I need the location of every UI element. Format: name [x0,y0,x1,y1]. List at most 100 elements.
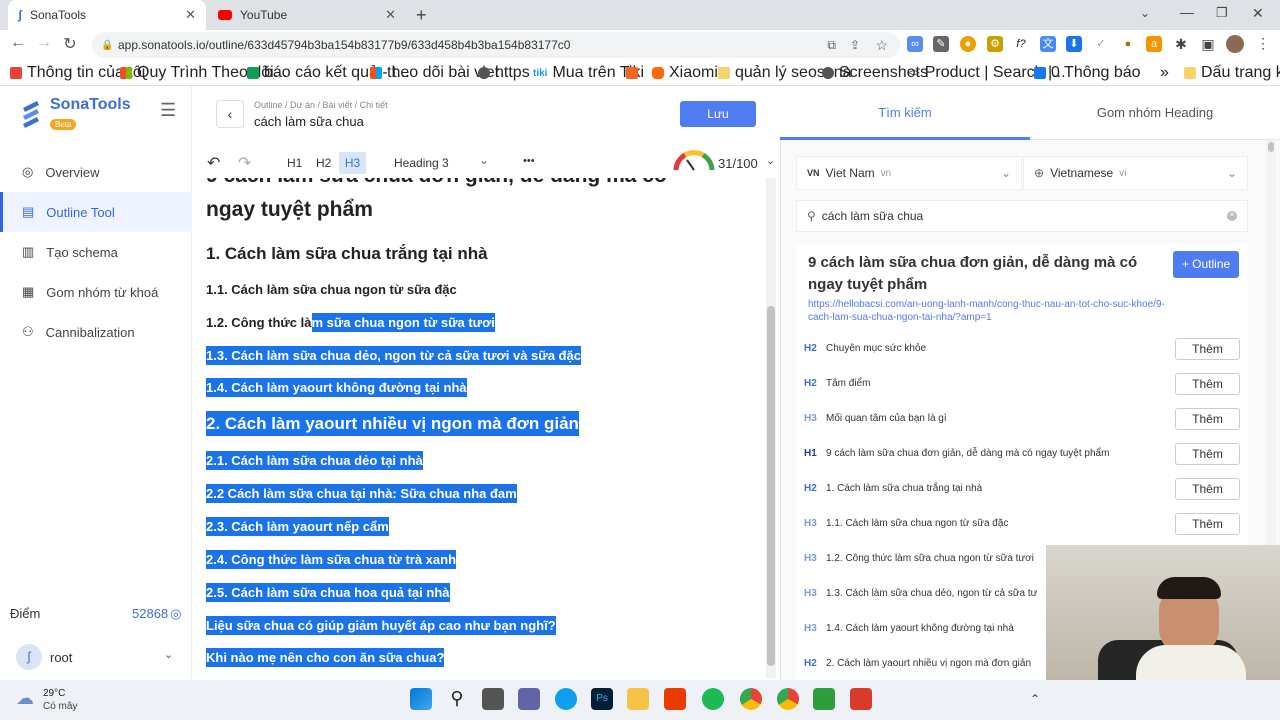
heading-text: 1.3. Cách làm sữa chua dẻo, ngon từ cả s… [826,588,1038,599]
microsoft-icon [370,67,382,79]
editor-scrollbar[interactable] [766,178,776,678]
sidebar-item-schema[interactable]: ▥ Tạo schema [0,232,192,272]
extension-gear-icon[interactable]: ⚙ [987,36,1003,52]
reload-icon[interactable]: ↻ [60,34,80,54]
extension-download-icon[interactable]: ⬇ [1066,36,1082,52]
add-heading-button[interactable]: Thêm [1175,477,1240,500]
bookmark-item[interactable]: Xiaomi [652,60,718,86]
redo-icon[interactable]: ↷ [238,153,251,173]
heading-text: 2. Cách làm yaourt nhiều vị ngon mà đơn … [826,658,1032,669]
bookmarks-overflow[interactable]: » [1160,60,1169,86]
extension-brown-icon[interactable]: ● [1120,36,1136,52]
extension-check-icon[interactable]: ✓ [1093,36,1109,52]
extensions-puzzle-icon[interactable]: ✱ [1173,36,1189,52]
overflow-label: » [1160,64,1169,81]
translate-icon[interactable]: ⧉ [827,38,836,53]
add-heading-button[interactable]: Thêm [1175,372,1240,395]
add-heading-button[interactable]: Thêm [1175,337,1240,360]
tab-group-heading[interactable]: Gom nhóm Heading [1030,86,1280,140]
url-bar[interactable]: 🔒 app.sonatools.io/outline/633d45794b3ba… [92,32,900,58]
profile-avatar[interactable] [1226,35,1244,53]
h2-button[interactable]: H2 [316,156,331,170]
clear-icon[interactable]: ✕ [1227,211,1237,221]
keyword-search-input[interactable]: ⚲ cách làm sữa chua ✕ [796,200,1248,232]
h1-button[interactable]: H1 [287,156,302,170]
bookmark-label: Dấu trang khác [1201,64,1280,81]
windows-start-icon[interactable] [410,688,432,710]
bookmark-item[interactable] [626,60,638,86]
tab-youtube[interactable]: YouTube ✕ [208,0,406,30]
add-heading-button[interactable]: Thêm [1175,407,1240,430]
share-icon[interactable]: ⇪ [850,38,860,52]
add-heading-button[interactable]: Thêm [1175,442,1240,465]
doc-h3: 2.1. Cách làm sữa chua dẻo tại nhà [206,451,423,470]
weather-icon[interactable]: ☁ [16,688,34,709]
sidepanel-icon[interactable]: ▣ [1200,36,1216,52]
scrollbar-thumb[interactable] [767,306,775,666]
result-url[interactable]: https://hellobacsi.com/an-uong-lanh-manh… [808,298,1168,324]
chevron-down-icon[interactable]: ⌄ [164,648,173,661]
teams-icon[interactable] [518,688,540,710]
task-view-icon[interactable] [482,688,504,710]
maximize-icon[interactable]: ❐ [1216,5,1228,21]
document-body[interactable]: 9 cách làm sữa chua đơn giản, dễ dàng mà… [193,178,765,680]
chevron-down-icon[interactable]: ⌄ [479,153,489,167]
camtasia-green-icon[interactable] [813,688,835,710]
bookmark-star-icon[interactable]: ☆ [875,37,888,54]
heading-select[interactable]: Heading 3 [394,156,449,170]
hamburger-menu-icon[interactable]: ☰ [160,100,176,121]
chrome-icon[interactable] [777,688,799,710]
bookmark-item[interactable]: Dấu trang khác [1184,60,1280,86]
sidebar-item-overview[interactable]: ◎ Overview [0,152,192,192]
chevron-down-icon[interactable]: ⌄ [766,154,775,167]
search-icon[interactable]: ⚲ [446,688,468,710]
minimize-icon[interactable]: — [1180,4,1194,20]
tab-search-icon[interactable]: ⌄ [1140,6,1150,20]
extension-formula-icon[interactable]: f? [1013,36,1029,52]
h3-button[interactable]: H3 [339,152,366,174]
photoshop-icon[interactable]: Ps [591,688,613,710]
undo-icon[interactable]: ↶ [207,153,220,173]
bookmark-item[interactable]: https [478,60,530,86]
back-button[interactable]: ‹ [216,100,244,128]
extension-link-icon[interactable]: ∞ [907,36,923,52]
add-heading-button[interactable]: Thêm [1175,512,1240,535]
back-icon[interactable]: ← [8,34,28,52]
add-outline-button[interactable]: + Outline [1173,251,1239,278]
scrollbar-thumb[interactable] [1268,142,1274,152]
heading-tag: H3 [804,518,817,529]
extension-color-icon[interactable]: ● [960,36,976,52]
globe-icon [478,67,490,79]
window-close-icon[interactable]: ✕ [1252,5,1264,22]
tray-chevron-up-icon[interactable]: ⌃ [1030,692,1040,706]
brand-logo[interactable]: SonaTools Beta [20,96,131,132]
save-button[interactable]: Lưu [680,101,756,127]
close-icon[interactable]: ✕ [385,7,396,23]
extension-amazon-icon[interactable]: a [1146,36,1162,52]
extension-translate-icon[interactable]: 文 [1040,36,1056,52]
tab-sonatools[interactable]: ʃ SonaTools ✕ [8,0,206,30]
camtasia-red-icon[interactable] [850,688,872,710]
result-title[interactable]: 9 cách làm sữa chua đơn giản, dễ dàng mà… [808,252,1158,296]
country-select[interactable]: VN Viet Nam vn ⌄ [796,156,1022,190]
sidebar-item-outline-tool[interactable]: ▤ Outline Tool [0,192,192,232]
chrome-icon[interactable] [740,688,762,710]
new-tab-button[interactable]: + [416,5,427,26]
spotify-icon[interactable] [702,688,724,710]
heading-text: 9 cách làm sữa chua đơn giản, dễ dàng mà… [826,448,1110,459]
tab-search[interactable]: Tìm kiếm [780,86,1030,140]
weather-temp: 29°C [43,688,66,699]
chrome-menu-icon[interactable]: ⋮ [1256,35,1270,52]
extension-eyedropper-icon[interactable]: ✎ [933,36,949,52]
heading-text: Tâm điểm [826,378,871,389]
bookmark-item[interactable]: 0 Thông báo [1034,60,1141,86]
file-explorer-icon[interactable] [627,688,649,710]
more-options-button[interactable]: ••• [523,155,535,167]
close-icon[interactable]: ✕ [185,7,196,23]
language-code: vi [1119,167,1127,179]
sidebar-item-cannibalization[interactable]: ⚇ Cannibalization [0,312,192,352]
sidebar-item-keyword-group[interactable]: ▦ Gom nhóm từ khoá [0,272,192,312]
edge-icon[interactable] [555,688,577,710]
language-select[interactable]: ⊕ Vietnamese vi ⌄ [1023,156,1248,190]
office-icon[interactable] [664,688,686,710]
